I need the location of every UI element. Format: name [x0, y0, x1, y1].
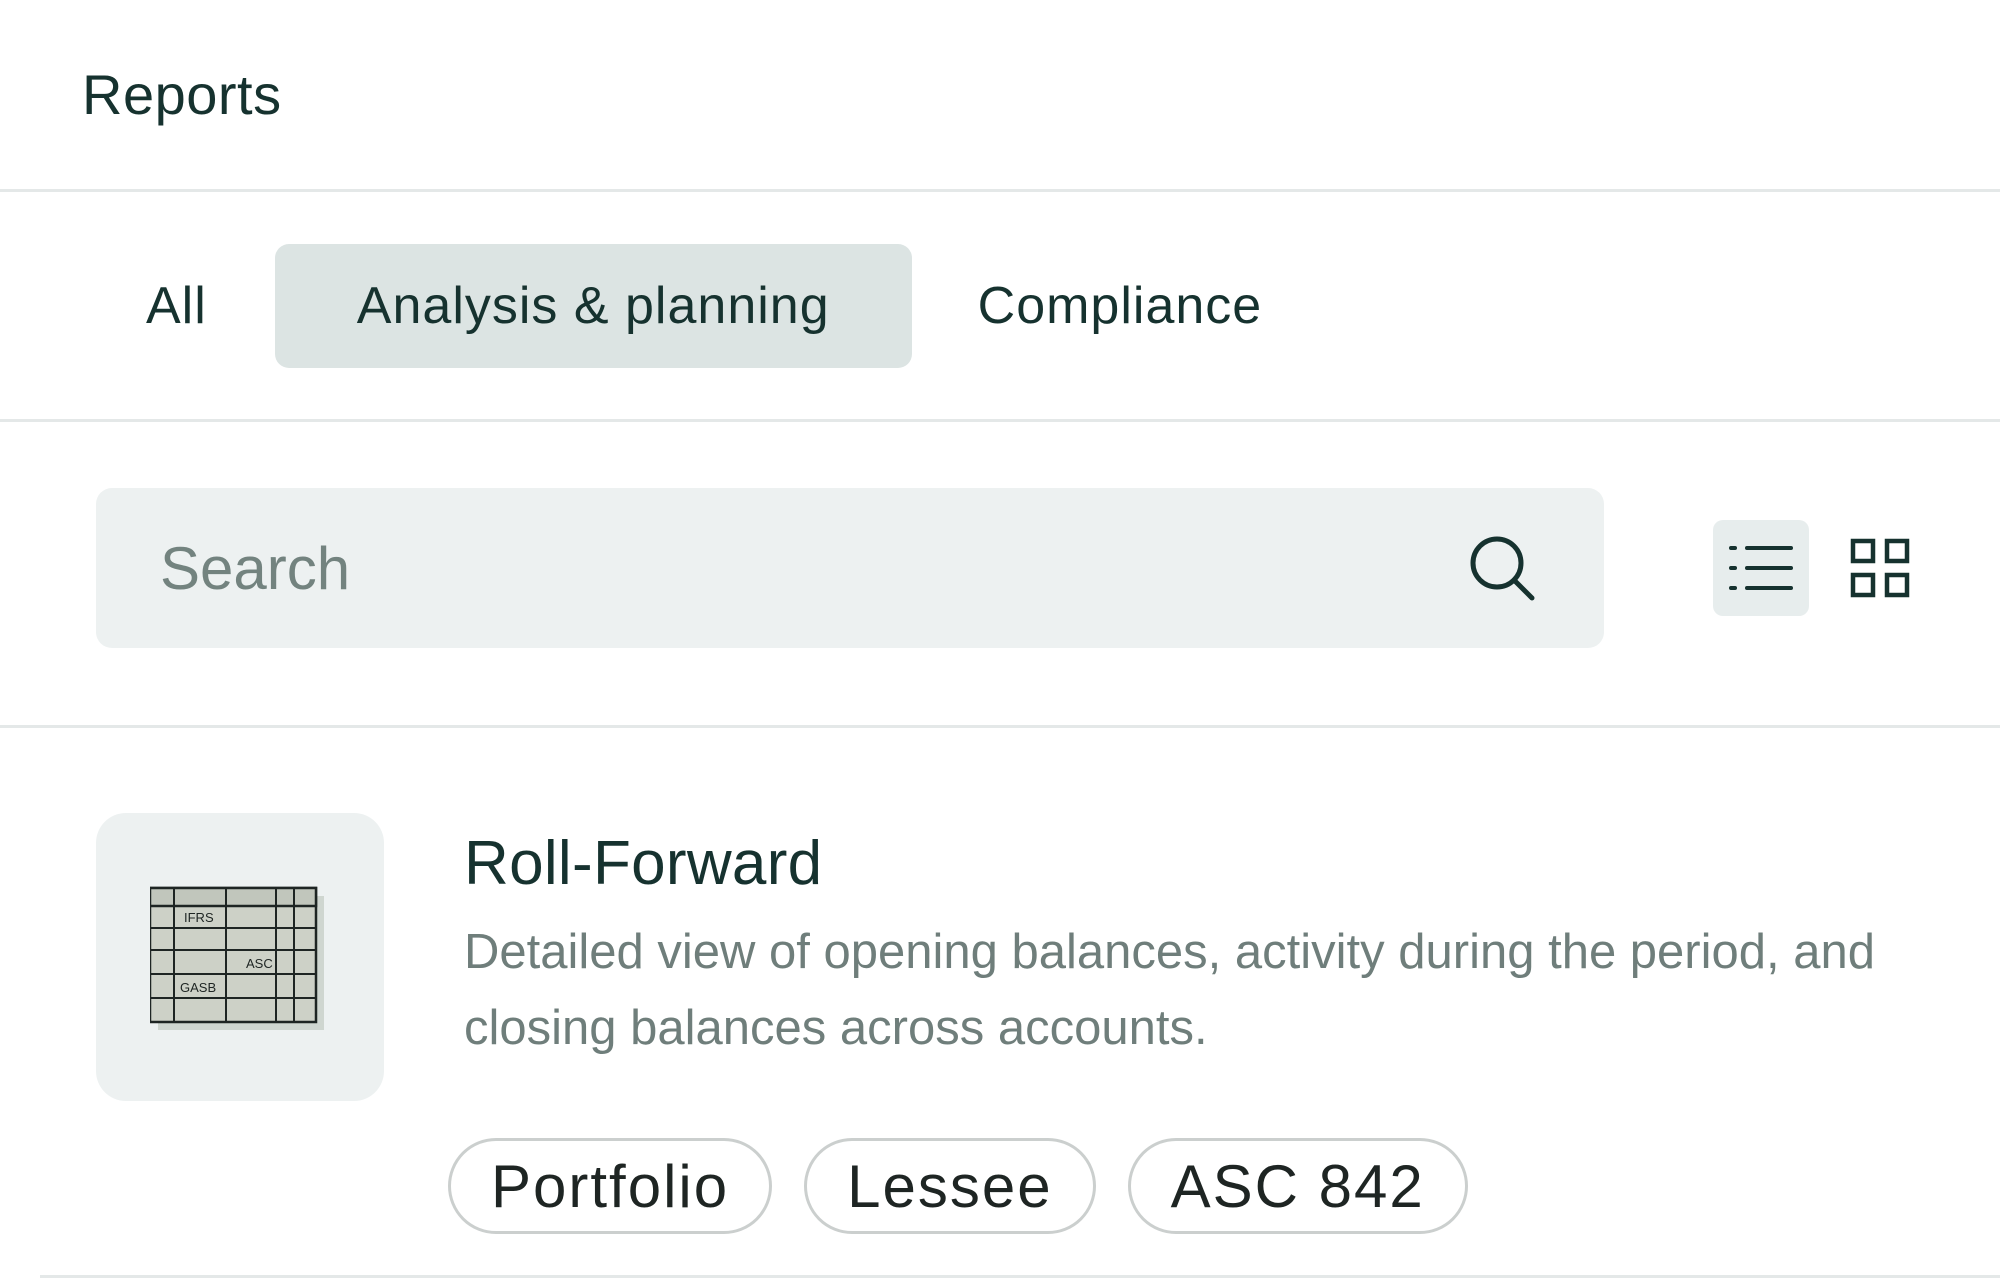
list-view-icon	[1729, 546, 1793, 590]
tab-all[interactable]: All	[96, 244, 257, 368]
page-header: Reports	[0, 0, 2000, 192]
reports-page: Reports All Analysis & planning Complian…	[0, 0, 2000, 1284]
search-input[interactable]	[160, 533, 1440, 603]
report-tags: Portfolio Lessee ASC 842	[448, 1138, 1500, 1234]
tag-lessee: Lessee	[804, 1138, 1096, 1234]
report-card[interactable]: IFRS ASC GASB Roll-Forward Detailed view…	[40, 728, 2000, 1278]
grid-view-button[interactable]	[1832, 520, 1928, 616]
gasb-label: GASB	[180, 980, 216, 995]
grid-view-icon	[1850, 538, 1910, 598]
tag-portfolio: Portfolio	[448, 1138, 773, 1234]
spreadsheet-illustration: IFRS ASC GASB	[150, 886, 324, 1030]
tag-asc-842: ASC 842	[1127, 1138, 1468, 1234]
page-title: Reports	[82, 63, 282, 126]
report-description: Detailed view of opening balances, activ…	[464, 925, 1875, 1055]
tab-compliance[interactable]: Compliance	[930, 244, 1311, 368]
ifrs-label: IFRS	[184, 910, 214, 925]
report-title[interactable]: Roll-Forward	[464, 828, 822, 899]
tab-analysis-planning[interactable]: Analysis & planning	[274, 243, 912, 368]
report-thumbnail: IFRS ASC GASB	[96, 813, 384, 1101]
list-view-button[interactable]	[1713, 520, 1809, 616]
toolbar	[0, 422, 2000, 728]
asc-label: ASC	[246, 956, 273, 971]
search-icon[interactable]	[1466, 532, 1538, 604]
search-box[interactable]	[96, 488, 1604, 648]
category-tabs: All Analysis & planning Compliance	[0, 192, 2000, 422]
